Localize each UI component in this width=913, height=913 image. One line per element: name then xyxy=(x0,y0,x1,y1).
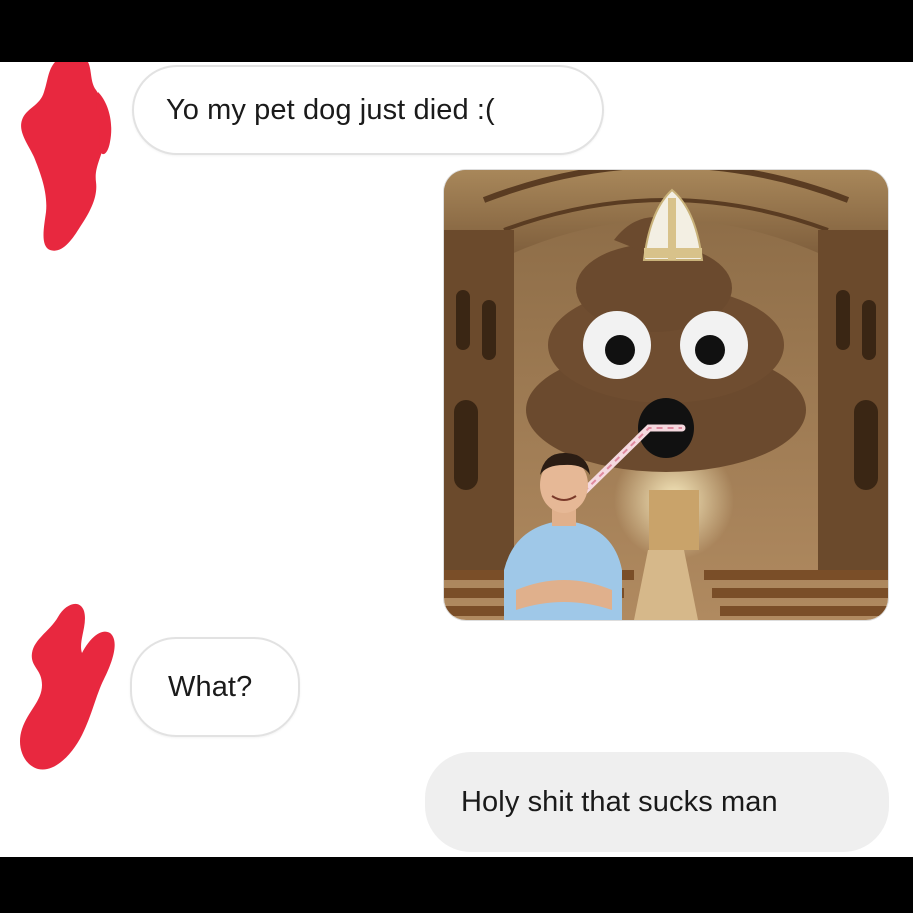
outgoing-message-bubble[interactable]: Holy shit that sucks man xyxy=(425,752,889,852)
redacted-avatar-icon xyxy=(21,62,112,251)
incoming-message-bubble[interactable]: Yo my pet dog just died :( xyxy=(132,65,604,155)
message-text: What? xyxy=(168,670,253,703)
bottom-black-border xyxy=(0,857,913,913)
chat-thread[interactable]: Yo my pet dog just died :(What? Holy sh… xyxy=(0,62,913,857)
image-message[interactable] xyxy=(444,170,888,620)
top-black-border xyxy=(0,0,913,62)
redacted-avatar-icon xyxy=(19,603,115,770)
message-text: Holy shit that sucks man xyxy=(461,785,778,818)
poop-emoji-pope-church-image xyxy=(444,170,888,620)
incoming-message-bubble[interactable]: What? xyxy=(130,637,300,737)
message-text: Yo my pet dog just died :( xyxy=(166,93,495,126)
